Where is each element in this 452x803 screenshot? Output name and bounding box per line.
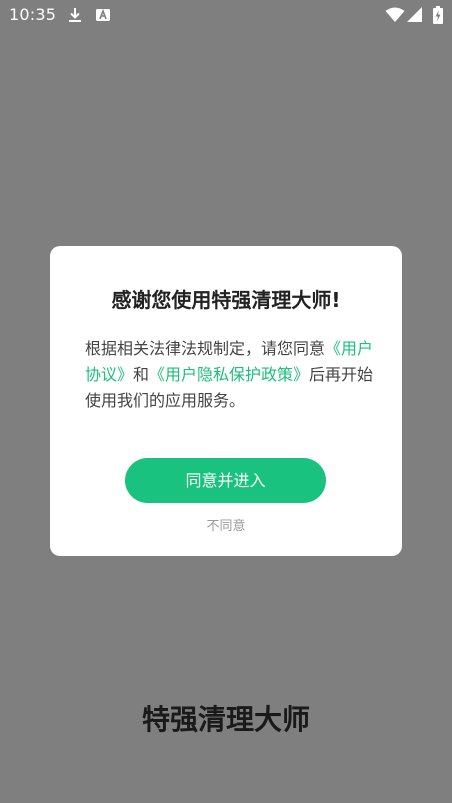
dialog-title: 感谢您使用特强清理大师!	[111, 288, 341, 312]
status-time: 10:35	[9, 5, 57, 24]
agree-button[interactable]: 同意并进入	[125, 458, 326, 503]
download-icon	[69, 8, 81, 22]
body-text-1: 根据相关法律法规制定，请您同意	[85, 339, 326, 358]
battery-charging-icon	[433, 6, 443, 24]
app-name: 特强清理大师	[141, 703, 310, 736]
a-notification-icon	[96, 9, 110, 21]
status-bar: 10:35	[0, 0, 452, 32]
wifi-icon	[385, 7, 405, 22]
dialog-body: 根据相关法律法规制定，请您同意《用户协议》和《用户隐私保护政策》后再开始使用我们…	[85, 336, 377, 414]
privacy-policy-link[interactable]: 《用户隐私保护政策》	[149, 365, 309, 384]
disagree-link[interactable]: 不同意	[0, 515, 452, 534]
signal-icon	[407, 7, 422, 22]
body-and: 和	[133, 365, 150, 384]
